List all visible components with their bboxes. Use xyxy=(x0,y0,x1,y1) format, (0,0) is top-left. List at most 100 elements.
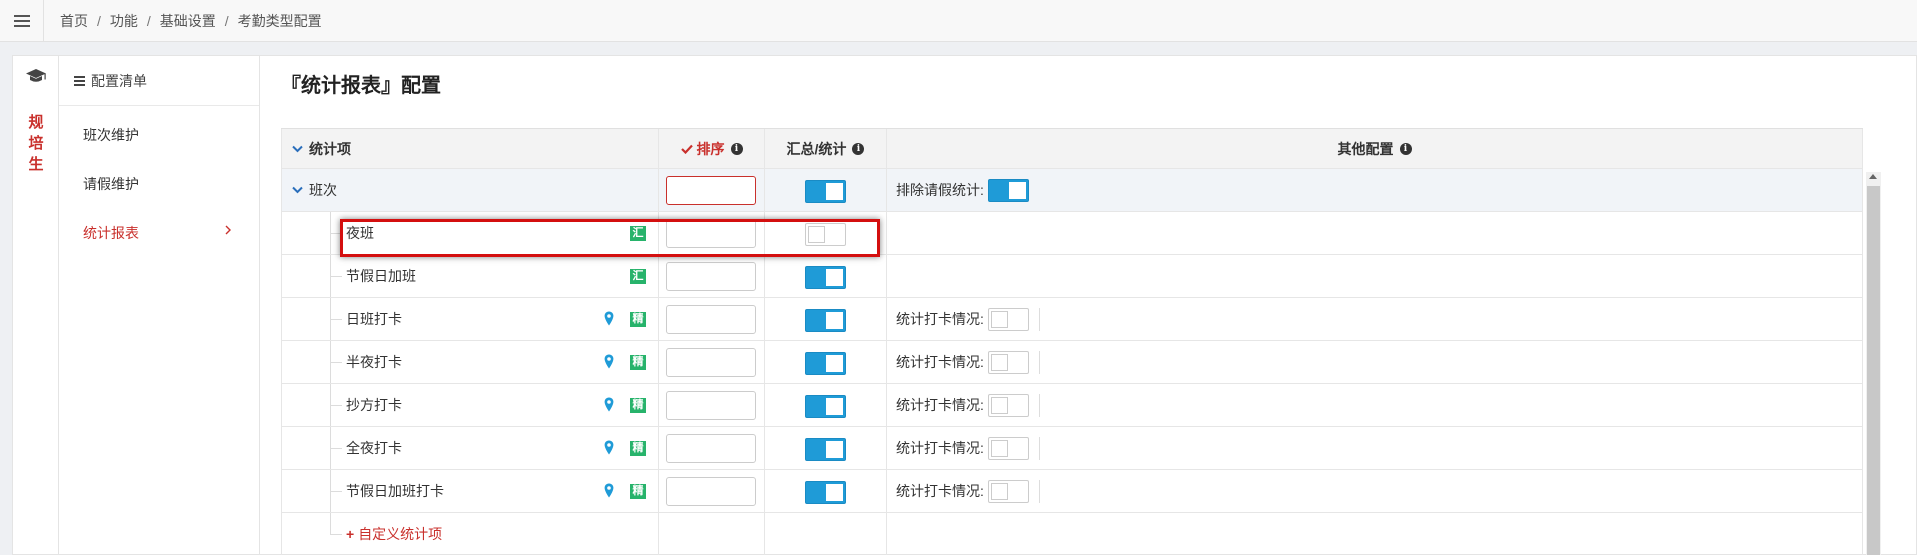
toggle-knob xyxy=(990,396,1008,414)
add-cell: + 自定义统计项 xyxy=(281,513,659,555)
item-cell: 节假日加班 汇 xyxy=(281,255,659,297)
map-pin-icon xyxy=(604,483,614,498)
sum-toggle[interactable] xyxy=(805,438,846,461)
item-cell: 半夜打卡 精 xyxy=(281,341,659,383)
breadcrumb-item-home[interactable]: 首页 xyxy=(60,11,88,31)
other-cell: 统计打卡情况: xyxy=(887,470,1863,512)
group-sort-cell xyxy=(659,169,765,211)
item-name: 日班打卡 xyxy=(346,311,402,327)
sort-input[interactable] xyxy=(666,391,756,420)
sort-input[interactable] xyxy=(666,434,756,463)
other-config-label: 统计打卡情况: xyxy=(896,440,984,456)
other-config-label: 统计打卡情况: xyxy=(896,397,984,413)
module-rail: 规 培 生 xyxy=(13,56,59,555)
table-row: 全夜打卡 精 统计打卡情况: xyxy=(281,427,1863,470)
exclude-leave-toggle[interactable] xyxy=(987,178,1029,202)
header-item-label: 统计项 xyxy=(309,140,351,157)
sort-input[interactable] xyxy=(666,262,756,291)
sum-cell xyxy=(765,298,887,340)
other-config-label: 排除请假统计: xyxy=(896,182,984,198)
sort-input[interactable] xyxy=(666,219,756,248)
top-bar: 首页 / 功能 / 基础设置 / 考勤类型配置 xyxy=(0,0,1917,42)
sort-cell xyxy=(659,427,765,469)
item-name: 全夜打卡 xyxy=(346,440,402,456)
nav-item-shift[interactable]: 班次维护 xyxy=(59,110,259,159)
nav-item-report[interactable]: 统计报表 xyxy=(59,208,259,257)
breadcrumb-item-settings[interactable]: 基础设置 xyxy=(160,11,216,31)
toggle-knob xyxy=(826,269,843,286)
list-icon xyxy=(74,79,85,82)
sum-cell xyxy=(765,384,887,426)
sort-cell xyxy=(659,298,765,340)
add-custom-item-button[interactable]: + 自定义统计项 xyxy=(346,513,442,555)
clock-stat-toggle[interactable] xyxy=(987,307,1029,331)
table-row: 节假日加班 汇 xyxy=(281,255,1863,298)
tree-line xyxy=(330,534,342,535)
tree-line xyxy=(330,319,342,320)
sum-toggle[interactable] xyxy=(805,395,846,418)
chevron-down-icon[interactable] xyxy=(292,186,303,194)
report-config-table: 统计项 排序 i 汇总/统计 i 其他配置 i 班次 排除请假统计: 夜班 汇 … xyxy=(281,128,1863,555)
sort-input[interactable] xyxy=(666,477,756,506)
clock-stat-toggle[interactable] xyxy=(987,479,1029,503)
info-icon[interactable]: i xyxy=(1399,142,1412,155)
header-other-label: 其他配置 xyxy=(1337,140,1394,157)
sort-input[interactable] xyxy=(666,176,756,205)
sum-toggle[interactable] xyxy=(805,352,846,375)
divider xyxy=(1038,393,1040,417)
item-name: 节假日加班打卡 xyxy=(346,483,444,499)
other-cell: 统计打卡情况: xyxy=(887,427,1863,469)
module-label-line: 培 xyxy=(28,135,44,152)
tree-line xyxy=(330,491,342,492)
sort-input[interactable] xyxy=(666,305,756,334)
sort-cell xyxy=(659,384,765,426)
sum-toggle[interactable] xyxy=(805,180,846,203)
sum-toggle[interactable] xyxy=(805,481,846,504)
table-row: 夜班 汇 xyxy=(281,212,1863,255)
clock-stat-toggle[interactable] xyxy=(987,350,1029,374)
toggle-knob xyxy=(826,312,843,329)
nav-item-leave[interactable]: 请假维护 xyxy=(59,159,259,208)
toggle-knob xyxy=(808,226,825,243)
toggle-knob xyxy=(990,353,1008,371)
sum-toggle[interactable] xyxy=(805,223,846,246)
other-cell: 统计打卡情况: xyxy=(887,384,1863,426)
sort-cell xyxy=(659,341,765,383)
item-name: 抄方打卡 xyxy=(346,397,402,413)
map-pin-icon xyxy=(604,397,614,412)
plus-icon: + xyxy=(346,526,355,542)
tree-line xyxy=(330,448,342,449)
sort-input[interactable] xyxy=(666,348,756,377)
header-other: 其他配置 i xyxy=(887,129,1863,168)
module-label-line: 生 xyxy=(28,156,44,173)
graduation-cap-icon[interactable] xyxy=(25,68,47,84)
info-icon[interactable]: i xyxy=(852,142,865,155)
vertical-scrollbar[interactable] xyxy=(1866,172,1881,555)
toggle-knob xyxy=(826,398,843,415)
module-label-line: 规 xyxy=(28,114,44,131)
scroll-up-icon[interactable] xyxy=(1869,174,1877,179)
breadcrumb-item-function[interactable]: 功能 xyxy=(110,11,138,31)
toggle-knob xyxy=(990,310,1008,328)
module-label[interactable]: 规 培 生 xyxy=(13,112,59,175)
nav-item-label: 班次维护 xyxy=(83,126,139,143)
tree-line xyxy=(330,405,342,406)
sum-cell xyxy=(765,341,887,383)
chevron-down-icon[interactable] xyxy=(292,145,303,153)
header-sort: 排序 i xyxy=(659,129,765,168)
other-config-label: 统计打卡情况: xyxy=(896,311,984,327)
clock-stat-toggle[interactable] xyxy=(987,393,1029,417)
precise-badge: 精 xyxy=(630,355,646,370)
menu-toggle-button[interactable] xyxy=(0,0,44,42)
other-config-label: 统计打卡情况: xyxy=(896,354,984,370)
other-cell: 统计打卡情况: xyxy=(887,298,1863,340)
sum-toggle[interactable] xyxy=(805,266,846,289)
info-icon[interactable]: i xyxy=(730,142,743,155)
empty-cell xyxy=(887,513,1863,555)
sum-toggle[interactable] xyxy=(805,309,846,332)
clock-stat-toggle[interactable] xyxy=(987,436,1029,460)
toggle-knob xyxy=(990,439,1008,457)
scrollbar-thumb[interactable] xyxy=(1867,186,1880,555)
group-name-cell[interactable]: 班次 xyxy=(281,169,659,211)
toggle-knob xyxy=(826,183,843,200)
